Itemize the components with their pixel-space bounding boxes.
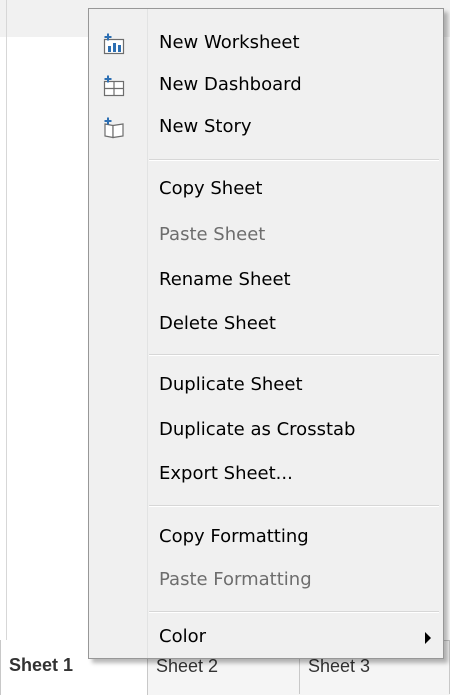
menu-item-copy-formatting[interactable]: Copy Formatting [91,516,441,558]
menu-item-label: New Dashboard [159,74,302,95]
pane-divider [6,0,7,640]
submenu-arrow-icon [425,632,431,644]
menu-item-paste-sheet: Paste Sheet [91,214,441,256]
menu-item-new-dashboard[interactable]: New Dashboard [91,64,441,106]
menu-item-export-sheet[interactable]: Export Sheet... [91,453,441,495]
menu-item-label: Duplicate Sheet [159,374,303,395]
menu-item-label: Delete Sheet [159,313,276,334]
menu-separator [149,611,439,613]
menu-item-new-story[interactable]: New Story [91,106,441,148]
new-story-icon [103,117,127,139]
menu-item-label: Export Sheet... [159,463,293,484]
menu-item-label: Rename Sheet [159,269,291,290]
menu-item-label: Duplicate as Crosstab [159,419,356,440]
menu-item-color[interactable]: Color [91,616,441,658]
menu-item-paste-formatting: Paste Formatting [91,559,441,601]
menu-item-label: Copy Sheet [159,178,263,199]
menu-separator [149,505,439,507]
menu-item-rename-sheet[interactable]: Rename Sheet [91,259,441,301]
menu-item-label: Paste Sheet [159,224,266,245]
menu-item-label: New Worksheet [159,32,300,53]
menu-item-label: Color [159,626,206,647]
menu-item-delete-sheet[interactable]: Delete Sheet [91,303,441,345]
menu-item-duplicate-sheet[interactable]: Duplicate Sheet [91,364,441,406]
menu-item-new-worksheet[interactable]: New Worksheet [91,22,441,64]
menu-item-copy-sheet[interactable]: Copy Sheet [91,168,441,210]
menu-separator [149,159,439,161]
sheet-context-menu: New Worksheet New Dashboard New Story Co… [88,8,444,659]
menu-item-label: New Story [159,116,252,137]
new-worksheet-icon [103,33,127,55]
menu-item-label: Paste Formatting [159,569,312,590]
menu-item-label: Copy Formatting [159,526,309,547]
menu-separator [149,354,439,356]
menu-item-duplicate-as-crosstab[interactable]: Duplicate as Crosstab [91,409,441,451]
new-dashboard-icon [103,75,127,97]
